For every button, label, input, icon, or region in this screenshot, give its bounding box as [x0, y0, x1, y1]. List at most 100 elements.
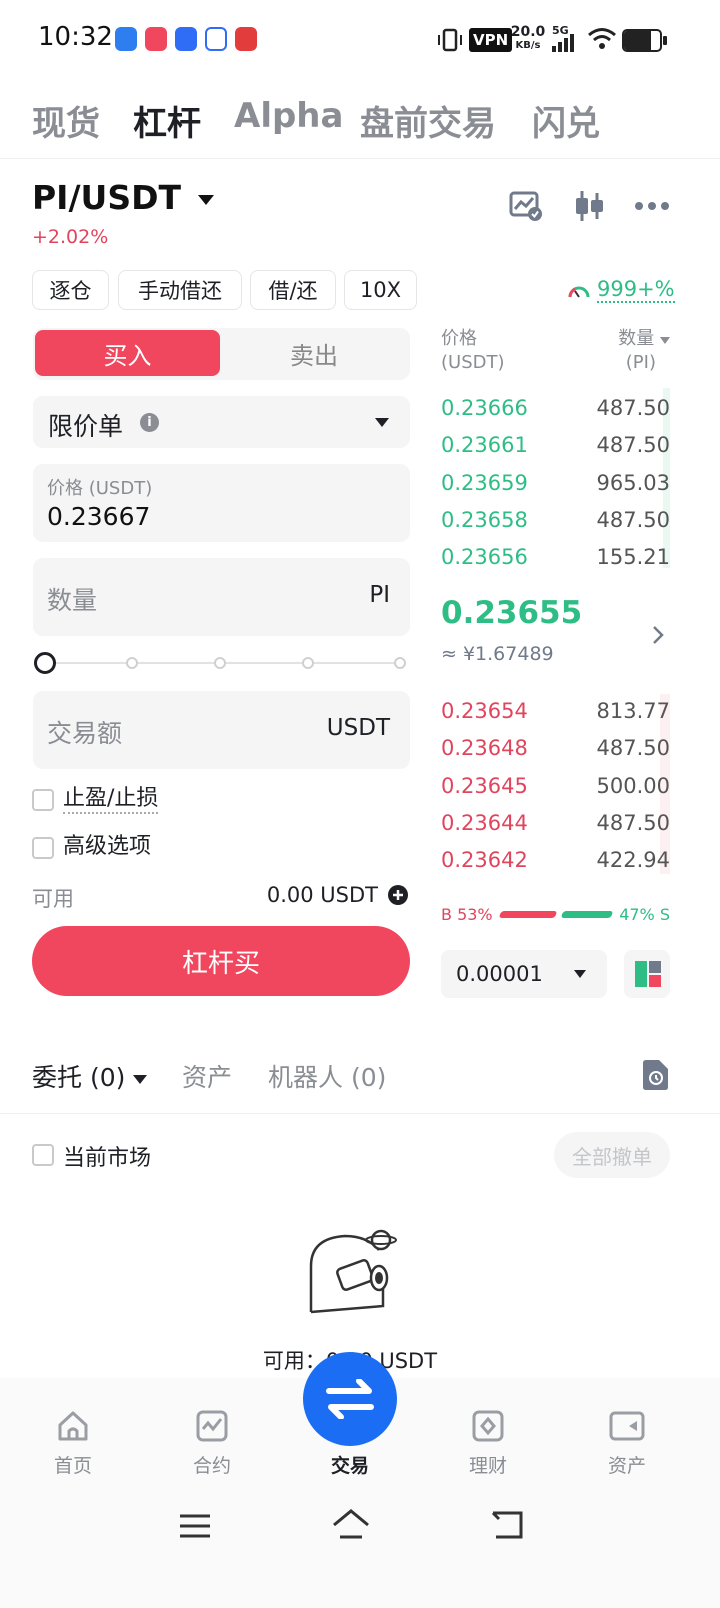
precision-value: 0.00001 [456, 962, 543, 986]
swap-icon [326, 1379, 374, 1419]
network-speed-unit: KB/s [515, 40, 541, 51]
status-time: 10:32 [38, 22, 113, 52]
sell-ratio-label: 47% S [619, 905, 670, 924]
order-history-icon[interactable] [641, 1060, 669, 1090]
nav-home[interactable]: 首页 [33, 1405, 113, 1485]
borrow-repay-chip[interactable]: 借/还 [250, 270, 336, 310]
sell-ratio-bar [560, 911, 614, 918]
wifi-icon [588, 28, 616, 49]
cancel-all-button[interactable]: 全部撤单 [554, 1132, 670, 1178]
bid-price[interactable]: 0.23642 [441, 848, 528, 872]
price-field[interactable]: 价格 (USDT) 0.23667 [33, 464, 410, 542]
pair-change: +2.02% [32, 226, 109, 248]
ask-qty: 487.50 [596, 508, 670, 532]
tp-sl-label[interactable]: 止盈/止损 [63, 786, 159, 814]
nav-earn[interactable]: 理财 [448, 1405, 528, 1485]
quantity-field[interactable]: 数量 PI [33, 558, 410, 636]
pair-selector[interactable]: PI/USDT [32, 178, 215, 217]
current-market-checkbox[interactable] [32, 1144, 54, 1166]
orders-tab[interactable]: 委托 (0) [32, 1058, 148, 1094]
tab-convert[interactable]: 闪兑 [532, 96, 600, 145]
ob-qty-header[interactable]: 数量 (PI) [618, 327, 670, 375]
ask-price[interactable]: 0.23656 [441, 545, 528, 569]
ob-price-header-unit: (USDT) [441, 352, 505, 373]
advanced-options-checkbox[interactable] [32, 837, 54, 859]
bid-qty: 500.00 [596, 774, 670, 798]
chevron-right-icon[interactable] [652, 625, 664, 645]
nav-assets-label: 资产 [607, 1455, 646, 1477]
ask-qty: 965.03 [596, 471, 670, 495]
menu-icon[interactable] [179, 1513, 211, 1539]
tab-spot[interactable]: 现货 [32, 96, 100, 145]
last-price[interactable]: 0.23655 [441, 595, 582, 631]
bots-tab[interactable]: 机器人 (0) [268, 1058, 386, 1094]
sell-tab[interactable]: 卖出 [220, 330, 408, 376]
book-layout-button[interactable] [624, 950, 670, 998]
nav-assets[interactable]: 资产 [587, 1405, 667, 1485]
nav-home-label: 首页 [53, 1455, 92, 1477]
current-market-label: 当前市场 [63, 1146, 152, 1171]
tab-margin[interactable]: 杠杆 [133, 96, 201, 145]
ask-price[interactable]: 0.23659 [441, 471, 528, 495]
tab-alpha[interactable]: Alpha [234, 96, 343, 136]
assets-tab[interactable]: 资产 [182, 1058, 232, 1094]
leverage-chip[interactable]: 10X [344, 270, 417, 310]
back-icon[interactable] [490, 1510, 524, 1540]
isolated-margin-chip[interactable]: 逐仓 [32, 270, 109, 310]
candlestick-icon[interactable] [573, 190, 605, 222]
chevron-down-icon [375, 418, 389, 427]
bid-price[interactable]: 0.23648 [441, 736, 528, 760]
order-type-select[interactable]: 限价单 i [33, 396, 410, 448]
slider-step-100[interactable] [394, 657, 406, 669]
bid-price[interactable]: 0.23644 [441, 811, 528, 835]
slider-step-25[interactable] [126, 657, 138, 669]
chart-icon[interactable] [509, 190, 543, 222]
ask-price[interactable]: 0.23661 [441, 433, 528, 457]
ask-price[interactable]: 0.23666 [441, 396, 528, 420]
slider-step-50[interactable] [214, 657, 226, 669]
network-speed-value: 20.0 [510, 24, 546, 40]
price-label: 价格 (USDT) [47, 478, 153, 499]
bid-price[interactable]: 0.23654 [441, 699, 528, 723]
info-icon[interactable]: i [140, 413, 159, 432]
slider-step-75[interactable] [302, 657, 314, 669]
empty-telescope-icon [309, 1229, 397, 1314]
bid-qty: 487.50 [596, 811, 670, 835]
nav-futures[interactable]: 合约 [172, 1405, 252, 1485]
buy-tab[interactable]: 买入 [35, 330, 220, 376]
battery-icon [622, 29, 662, 52]
layout-icon [635, 961, 661, 987]
manual-borrow-chip[interactable]: 手动借还 [118, 270, 242, 310]
pair-symbol: PI/USDT [32, 178, 181, 217]
browser-app-icon [175, 27, 197, 51]
ob-qty-header-label: 数量 [618, 328, 655, 349]
advanced-options-label: 高级选项 [63, 834, 152, 859]
battery-fill [624, 31, 651, 50]
tab-premarket[interactable]: 盘前交易 [360, 96, 496, 145]
buy-ratio-bar [498, 911, 558, 918]
amount-placeholder: 交易额 [47, 719, 123, 748]
app-notification-icon [115, 27, 137, 51]
available-value: 0.00 USDT [266, 883, 378, 907]
video-app-icon [145, 27, 167, 51]
home-icon [58, 1411, 88, 1441]
ask-qty: 487.50 [596, 396, 670, 420]
amount-slider-handle[interactable] [34, 652, 56, 674]
risk-ratio[interactable]: 999+% [597, 277, 675, 303]
tp-sl-checkbox[interactable] [32, 789, 54, 811]
vibrate-icon [438, 28, 462, 52]
system-home-icon[interactable] [332, 1509, 370, 1541]
price-input[interactable]: 0.23667 [47, 502, 150, 531]
add-funds-icon[interactable] [387, 884, 409, 906]
nav-trade-label[interactable]: 交易 [310, 1451, 390, 1478]
margin-buy-button[interactable]: 杠杆买 [32, 926, 410, 996]
more-icon[interactable] [634, 200, 670, 212]
precision-select[interactable]: 0.00001 [441, 950, 607, 998]
nav-trade-fab[interactable] [303, 1352, 397, 1446]
ask-price[interactable]: 0.23658 [441, 508, 528, 532]
ob-qty-header-unit: (PI) [625, 352, 656, 373]
bid-price[interactable]: 0.23645 [441, 774, 528, 798]
baidu-app-icon [205, 27, 227, 51]
amount-field[interactable]: 交易额 USDT [33, 691, 410, 769]
last-price-cny: ≈ ¥1.67489 [441, 643, 554, 665]
